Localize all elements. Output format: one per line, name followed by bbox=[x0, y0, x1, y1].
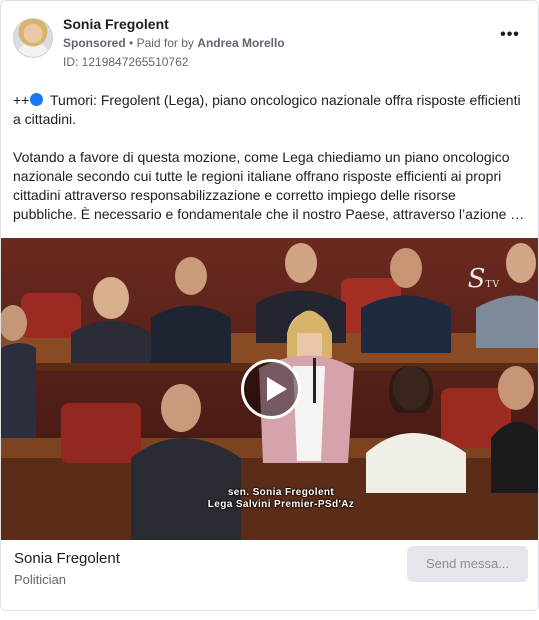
separator-dot: • bbox=[129, 36, 137, 50]
sponsored-label: Sponsored bbox=[63, 36, 126, 50]
ellipsis-icon[interactable]: ••• bbox=[498, 27, 522, 52]
senate-tv-logo: STV bbox=[468, 264, 500, 294]
blue-circle-icon bbox=[30, 93, 44, 106]
post-paragraph-line: Votando a favore di questa mozione, come… bbox=[13, 149, 510, 165]
ad-id: ID: 1219847265510762 bbox=[63, 55, 189, 69]
post-paragraph-line: nazionale secondo cui tutte le regioni i… bbox=[13, 168, 502, 184]
send-message-button[interactable]: Send messa... bbox=[407, 546, 528, 582]
logo-sub: TV bbox=[485, 280, 500, 290]
page-name[interactable]: Sonia Fregolent bbox=[63, 16, 169, 32]
post-paragraph: Votando a favore di questa mozione, come… bbox=[13, 148, 529, 224]
footer-page-name[interactable]: Sonia Fregolent bbox=[14, 550, 120, 567]
caption-line-1: sen. Sonia Fregolent bbox=[227, 487, 335, 498]
ad-card: Sonia Fregolent Sponsored • Paid for by … bbox=[0, 0, 539, 611]
caption-line-2: Lega Salvini Premier-PSd'Az bbox=[207, 499, 355, 510]
post-prefix: ++ bbox=[13, 92, 30, 108]
post-paragraph-line[interactable]: pubbliche. È necessario e fondamentale c… bbox=[13, 205, 529, 224]
sponsored-line: Sponsored • Paid for by Andrea Morello bbox=[63, 36, 285, 50]
post-text: ++ Tumori: Fregolent (Lega), piano oncol… bbox=[13, 91, 529, 224]
video-player[interactable]: STV sen. Sonia Fregolent Lega Salvini Pr… bbox=[1, 238, 538, 540]
ad-header: Sonia Fregolent Sponsored • Paid for by … bbox=[13, 14, 526, 70]
avatar[interactable] bbox=[13, 18, 53, 58]
post-headline: ++ Tumori: Fregolent (Lega), piano oncol… bbox=[13, 91, 529, 129]
play-icon[interactable] bbox=[241, 359, 301, 419]
footer-category: Politician bbox=[14, 572, 67, 587]
payer-name: Andrea Morello bbox=[197, 36, 285, 50]
paid-for-prefix: Paid for by bbox=[136, 36, 194, 50]
logo-text: S bbox=[467, 264, 486, 294]
post-paragraph-line: cittadini attraverso responsabilizzazion… bbox=[13, 187, 456, 203]
ad-footer: Sonia Fregolent Politician Send messa... bbox=[1, 540, 538, 610]
video-caption: sen. Sonia Fregolent Lega Salvini Premie… bbox=[181, 487, 381, 511]
post-headline-text: Tumori: Fregolent (Lega), piano oncologi… bbox=[13, 92, 521, 127]
